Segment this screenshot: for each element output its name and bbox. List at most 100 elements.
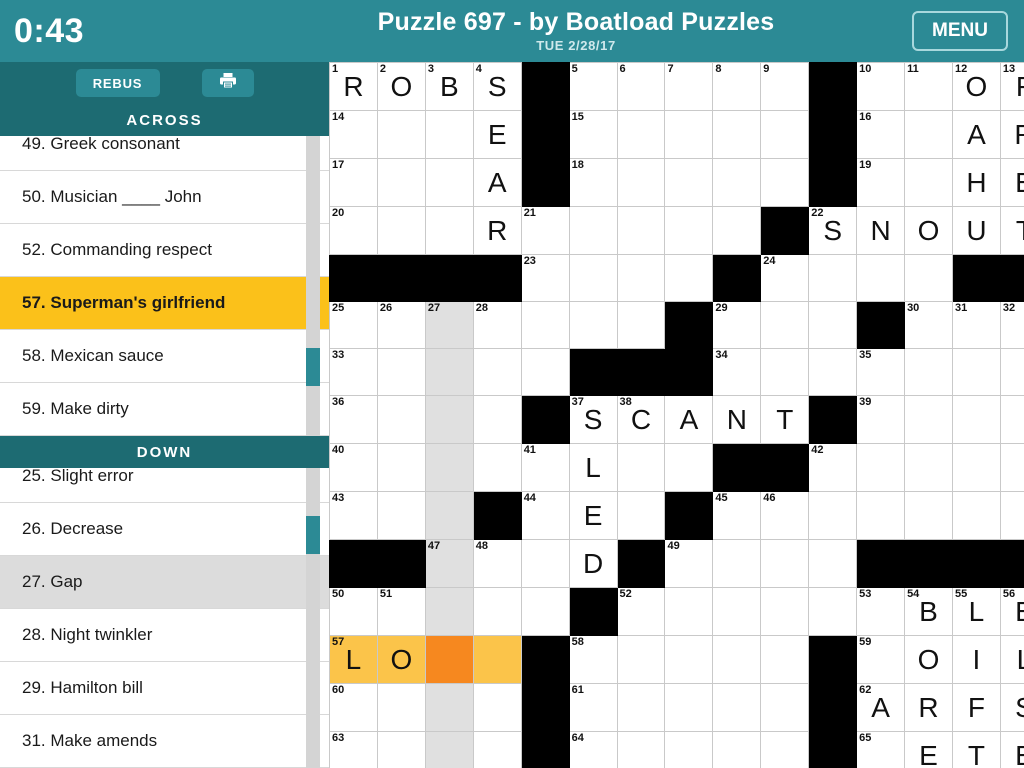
grid-cell[interactable]: 5 [568, 62, 618, 111]
grid-cell[interactable]: E [999, 158, 1024, 207]
grid-cell[interactable] [376, 395, 426, 444]
grid-cell[interactable]: 9 [760, 62, 810, 111]
grid-cell[interactable]: 23 [520, 254, 570, 302]
grid-cell[interactable] [472, 587, 522, 636]
grid-cell[interactable] [999, 443, 1024, 492]
grid-cell[interactable] [904, 254, 953, 302]
grid-cell-highlight-down[interactable] [424, 443, 474, 492]
grid-cell[interactable]: 12 O [951, 62, 1001, 111]
grid-cell[interactable] [664, 206, 714, 255]
grid-cell[interactable] [472, 395, 522, 444]
grid-cell[interactable]: A [664, 395, 714, 444]
grid-cell[interactable]: N [856, 206, 906, 255]
grid-cell[interactable] [616, 491, 666, 540]
clue-item[interactable]: 49. Greek consonant [0, 136, 329, 171]
down-clue-list[interactable]: 25. Slight error 26. Decrease 27. Gap 28… [0, 468, 329, 768]
down-scrollbar-thumb[interactable] [306, 516, 320, 554]
grid-cell[interactable] [808, 254, 858, 302]
grid-cell[interactable]: 48 [472, 539, 522, 588]
grid-cell[interactable]: F [951, 683, 1001, 732]
grid-cell[interactable] [376, 731, 426, 768]
rebus-button[interactable]: REBUS [75, 69, 160, 97]
grid-cell[interactable] [616, 635, 666, 684]
grid-cell[interactable]: 26 [376, 301, 426, 349]
clue-item[interactable]: 28. Night twinkler [0, 609, 329, 662]
grid-cell[interactable]: 2O [376, 62, 426, 111]
grid-cell[interactable] [472, 731, 522, 768]
grid-cell[interactable] [376, 348, 426, 396]
clue-item[interactable]: 26. Decrease [0, 503, 329, 556]
grid-cell[interactable] [808, 491, 858, 540]
grid-cell[interactable] [376, 206, 426, 255]
grid-cell[interactable] [664, 587, 714, 636]
grid-cell[interactable]: 24 [760, 254, 810, 302]
grid-cell[interactable]: 31 [951, 301, 1001, 349]
grid-cell[interactable]: 20 [329, 206, 378, 255]
grid-cell[interactable] [664, 635, 714, 684]
grid-cell[interactable]: 61 [568, 683, 618, 732]
grid-cell[interactable] [808, 539, 858, 588]
grid-cell[interactable]: 36 [329, 395, 378, 444]
grid-cell[interactable]: 14 [329, 110, 378, 159]
crossword-grid[interactable]: 1R2O3B4S56789101112O13F14E1516AR17A1819H… [329, 62, 1024, 768]
grid-cell[interactable]: E [999, 731, 1024, 768]
grid-cell[interactable]: E [568, 491, 618, 540]
grid-cell[interactable]: 58 [568, 635, 618, 684]
grid-cell[interactable]: 65 [856, 731, 906, 768]
grid-cell[interactable]: T [760, 395, 810, 444]
grid-cell[interactable] [951, 443, 1001, 492]
grid-cell[interactable] [760, 539, 810, 588]
grid-cell[interactable]: T [951, 731, 1001, 768]
grid-cell[interactable] [904, 395, 953, 444]
grid-cell[interactable] [999, 491, 1024, 540]
grid-cell[interactable]: 54 B [904, 587, 953, 636]
clue-item[interactable]: 58. Mexican sauce [0, 330, 329, 383]
grid-cell[interactable]: 10 [856, 62, 906, 111]
grid-cell[interactable]: R [472, 206, 522, 255]
grid-cell[interactable]: 13F [999, 62, 1024, 111]
grid-cell[interactable] [856, 443, 906, 492]
grid-cell[interactable] [520, 301, 570, 349]
grid-cell[interactable]: 40 [329, 443, 378, 492]
clue-item[interactable]: 52. Commanding respect [0, 224, 329, 277]
grid-cell[interactable] [616, 206, 666, 255]
grid-cell[interactable]: 56E [999, 587, 1024, 636]
grid-cell[interactable] [760, 683, 810, 732]
grid-cell-highlight-across[interactable]: 57 L [329, 635, 378, 684]
grid-cell[interactable]: 16 [856, 110, 906, 159]
grid-cell[interactable]: 17 [329, 158, 378, 207]
grid-cell[interactable] [904, 348, 953, 396]
grid-cell[interactable]: 59 [856, 635, 906, 684]
grid-cell[interactable]: 63 [329, 731, 378, 768]
grid-cell[interactable] [616, 443, 666, 492]
grid-cell[interactable]: R [904, 683, 953, 732]
crossword-grid-container[interactable]: 1R2O3B4S56789101112O13F14E1516AR17A1819H… [329, 62, 1024, 768]
grid-cell[interactable] [472, 683, 522, 732]
grid-cell[interactable] [664, 683, 714, 732]
clue-item-selected-down[interactable]: 27. Gap [0, 556, 329, 609]
down-scrollbar-track[interactable] [306, 468, 320, 768]
grid-cell[interactable] [472, 443, 522, 492]
grid-cell[interactable] [760, 158, 810, 207]
grid-cell[interactable] [712, 158, 762, 207]
grid-cell[interactable]: 53 [856, 587, 906, 636]
grid-cell[interactable]: 18 [568, 158, 618, 207]
clue-item[interactable]: 50. Musician ____ John [0, 171, 329, 224]
grid-cell[interactable] [808, 587, 858, 636]
grid-cell-highlight-across[interactable] [472, 635, 522, 684]
grid-cell[interactable] [904, 110, 953, 159]
clue-item[interactable]: 31. Make amends [0, 715, 329, 768]
grid-cell[interactable] [712, 683, 762, 732]
grid-cell[interactable] [520, 587, 570, 636]
across-scrollbar-thumb[interactable] [306, 348, 320, 386]
grid-cell[interactable]: 45 [712, 491, 762, 540]
grid-cell[interactable]: 19 [856, 158, 906, 207]
grid-cell[interactable]: A [951, 110, 1001, 159]
grid-cell[interactable]: 38 C [616, 395, 666, 444]
grid-cell[interactable] [951, 395, 1001, 444]
grid-cell[interactable]: L [999, 635, 1024, 684]
clue-item[interactable]: 29. Hamilton bill [0, 662, 329, 715]
grid-cell[interactable] [568, 206, 618, 255]
grid-cell[interactable] [472, 348, 522, 396]
grid-cell[interactable]: 35 [856, 348, 906, 396]
